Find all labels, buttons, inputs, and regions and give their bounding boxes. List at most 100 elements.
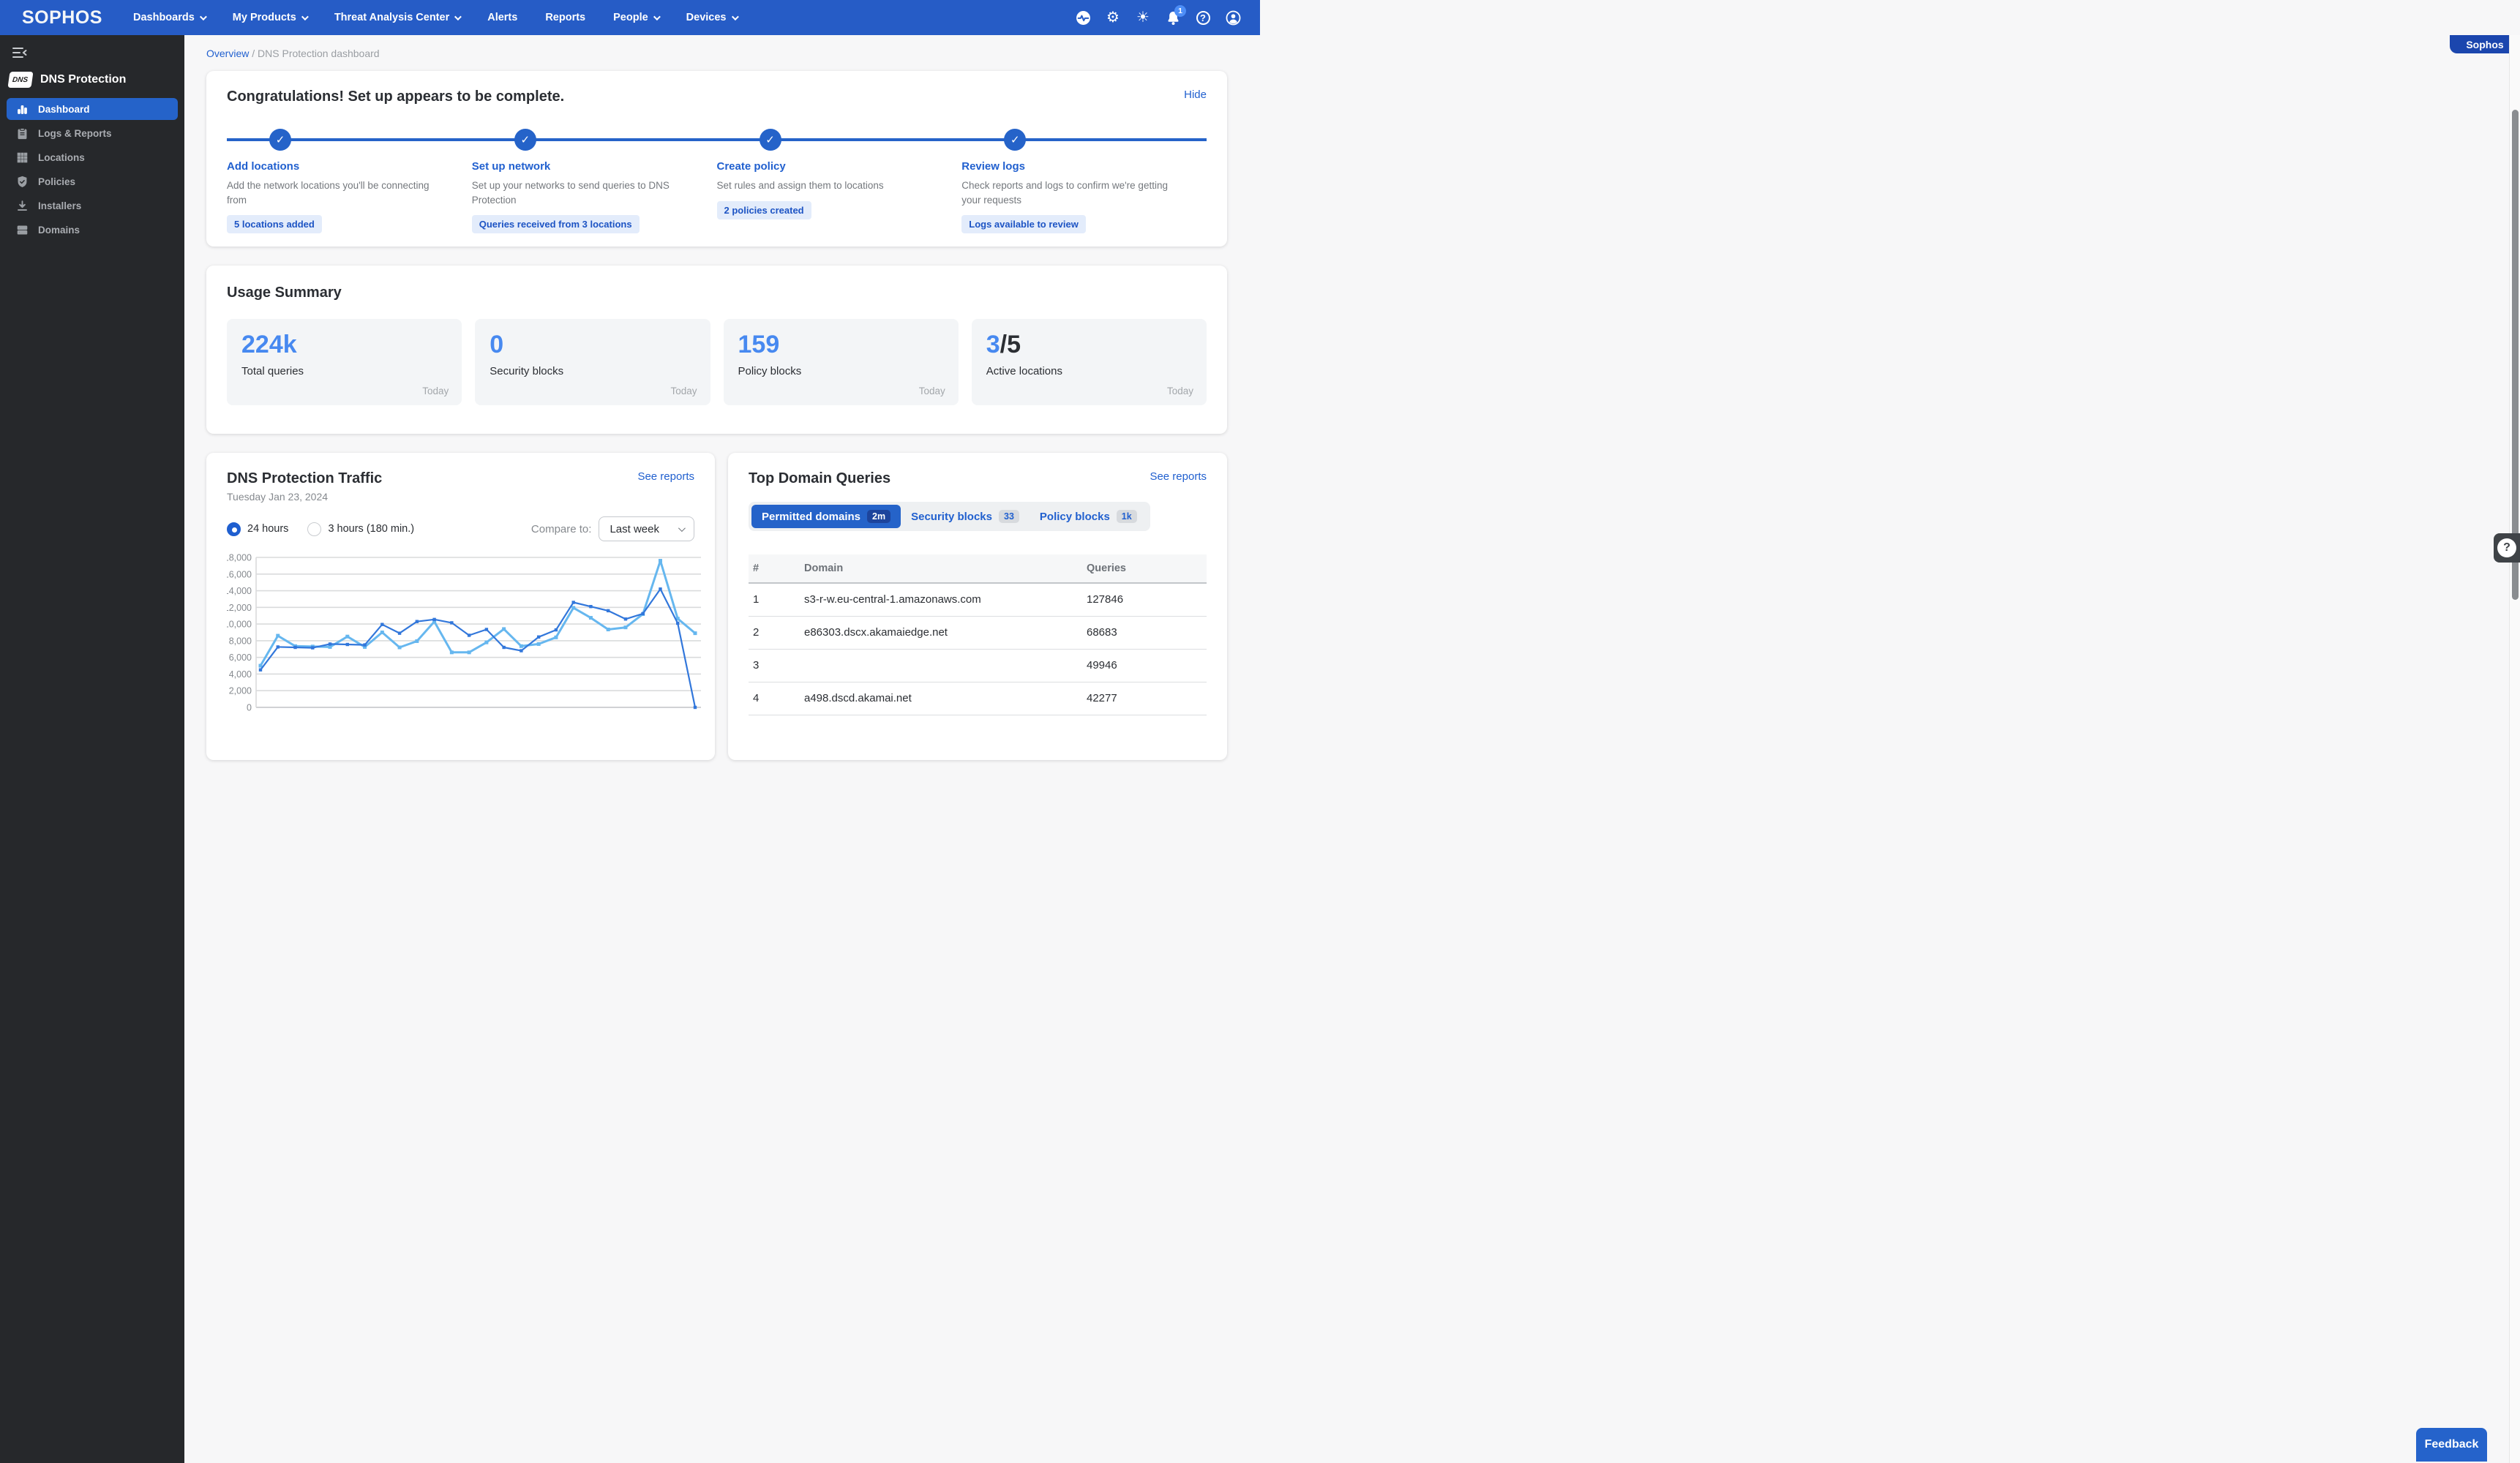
nav-item-people[interactable]: People [613,12,661,23]
step-description: Set up your networks to send queries to … [471,180,670,206]
setup-step-review-logs: ✓ Review logs Check reports and logs to co… [961,129,1207,234]
account-icon[interactable] [1225,10,1241,26]
step-status-badge[interactable]: 5 locations added [227,215,322,234]
setup-step-add-locations: ✓ Add locations Add the network locations … [227,129,472,234]
metric-card-active-locations: 3/5 Active locations Today [971,319,1207,405]
bell-icon[interactable]: 1 [1165,5,1186,26]
chevron-down-icon [731,12,739,20]
metric-suffix: /5 [1000,331,1021,358]
cell-domain: a498.dscd.akamai.net [800,682,1082,715]
tab-policy-blocks[interactable]: Policy blocks 1k [1030,505,1147,528]
health-pulse-icon[interactable] [1075,10,1091,26]
nav-item-reports[interactable]: Reports [545,12,585,23]
sidebar-item-locations[interactable]: Locations [7,146,178,168]
top-domains-table: # Domain Queries 1 s3-r-w.eu-central-1.amaz… [749,554,1207,715]
nav-item-label: People [613,12,648,23]
nav-item-label: Alerts [487,12,518,23]
product-title: DNS Protection [40,73,127,86]
sidebar-item-logs-reports[interactable]: Logs & Reports [7,122,178,144]
top-domains-card: Top Domain Queries See reports Permitted… [728,453,1227,760]
breadcrumb: Overview / DNS Protection dashboard [206,48,2520,59]
tab-label: Policy blocks [1039,510,1110,523]
traffic-line-chart: 0 2,000 4,000 6,000 8,000 10,000 12,000 14,000 1… [224,550,701,729]
nav-utility-icons: ⚙ ☀ 1? [1075,5,1241,26]
sophos-logo: SOPHOS [22,7,102,28]
sidebar-item-policies[interactable]: Policies [7,170,178,192]
sidebar-item-installers[interactable]: Installers [7,195,178,217]
primary-nav: Dashboards My Products Threat Analysis Cen… [133,12,739,23]
nav-item-threat-analysis-center[interactable]: Threat Analysis Center [334,12,462,23]
hide-link[interactable]: Hide [1184,89,1207,101]
svg-text:8,000: 8,000 [229,636,252,646]
table-row[interactable]: 2 e86303.dscx.akamaiedge.net 68683 [749,616,1207,650]
breadcrumb-separator: / [252,48,258,59]
tab-count-badge: 2m [867,510,891,523]
tab-count-badge: 33 [999,510,1019,523]
time-range-radios: 24 hours 3 hours (180 min.) [227,522,414,536]
radio-dot-icon [307,522,322,536]
notification-badge: 1 [1174,5,1186,17]
step-status-badge[interactable]: Queries received from 3 locations [471,215,640,234]
cell-rank: 3 [749,649,800,682]
svg-text:4,000: 4,000 [229,669,252,680]
sidebar-item-label: Dashboard [38,103,90,115]
help-icon[interactable]: ? [1195,10,1211,26]
metric-period: Today [422,386,449,396]
tab-security-blocks[interactable]: Security blocks 33 [901,505,1030,528]
feedback-button[interactable]: Feedback [2416,1428,2487,1462]
traffic-see-reports-link[interactable]: See reports [637,470,694,483]
page-scrollbar[interactable] [2509,35,2520,1463]
metric-value: 159 [738,331,780,358]
svg-text:14,000: 14,000 [227,586,252,596]
traffic-date: Tuesday Jan 23, 2024 [227,491,329,503]
radio-3-hours-180-min[interactable]: 3 hours (180 min.) [307,522,414,536]
tab-permitted-domains[interactable]: Permitted domains 2m [751,505,901,528]
step-status-badge[interactable]: Logs available to review [961,215,1086,234]
table-row[interactable]: 1 s3-r-w.eu-central-1.amazonaws.com 127846 [749,583,1207,617]
main-content: Overview / DNS Protection dashboard Cong… [184,35,2520,1463]
metric-label: Policy blocks [738,365,802,377]
step-title: Create policy [716,160,786,173]
cell-rank: 2 [749,616,800,650]
table-row[interactable]: 4 a498.dscd.akamai.net 42277 [749,682,1207,715]
radio-24-hours[interactable]: 24 hours [227,522,288,536]
step-status-badge[interactable]: 2 policies created [716,200,811,219]
sidebar-item-label: Domains [38,224,80,236]
table-row[interactable]: 3 49946 [749,649,1207,682]
nav-item-label: Threat Analysis Center [334,12,450,23]
traffic-card-title: DNS Protection Traffic [227,470,383,486]
metric-card-policy-blocks: 159 Policy blocks Today [723,319,959,405]
nav-item-label: Devices [686,12,727,23]
nav-item-devices[interactable]: Devices [686,12,739,23]
step-title: Review logs [961,160,1025,173]
scrollbar-thumb[interactable] [2512,110,2519,600]
brightness-icon[interactable]: ☀ [1135,10,1151,26]
sidebar-menu: Dashboard Logs & Reports Locations Policies… [0,98,184,241]
nav-item-alerts[interactable]: Alerts [487,12,517,23]
sidebar-item-domains[interactable]: Domains [7,219,178,241]
sidebar: DNS DNS Protection Dashboard Logs & Repor… [0,35,184,1463]
domain-tabs: Permitted domains 2m Security blocks 33 Poli… [749,502,1150,531]
nav-item-my-products[interactable]: My Products [233,12,309,23]
metric-card-total-queries: 224k Total queries Today [227,319,462,405]
sidebar-collapse-icon[interactable] [12,45,28,60]
help-fab-button[interactable]: ? [2494,533,2520,563]
sidebar-item-label: Policies [38,176,76,187]
domains-see-reports-link[interactable]: See reports [1150,470,1207,483]
column-header-: # [749,554,800,584]
grid-icon [16,151,29,164]
nav-item-dashboards[interactable]: Dashboards [133,12,207,23]
cell-queries: 127846 [1082,583,1207,617]
table-header-row: # Domain Queries [749,554,1207,584]
svg-text:10,000: 10,000 [227,620,252,630]
breadcrumb-overview-link[interactable]: Overview [206,48,249,59]
compare-select[interactable]: Last week [599,516,694,541]
question-icon: ? [2497,538,2516,557]
svg-text:2,000: 2,000 [229,686,252,696]
radio-label: 3 hours (180 min.) [328,523,415,535]
setup-stepper: ✓ Add locations Add the network locations … [227,129,1207,234]
svg-text:12,000: 12,000 [227,603,252,613]
sidebar-item-dashboard[interactable]: Dashboard [7,98,178,120]
gear-icon[interactable]: ⚙ [1105,10,1121,26]
step-title: Add locations [227,160,300,173]
